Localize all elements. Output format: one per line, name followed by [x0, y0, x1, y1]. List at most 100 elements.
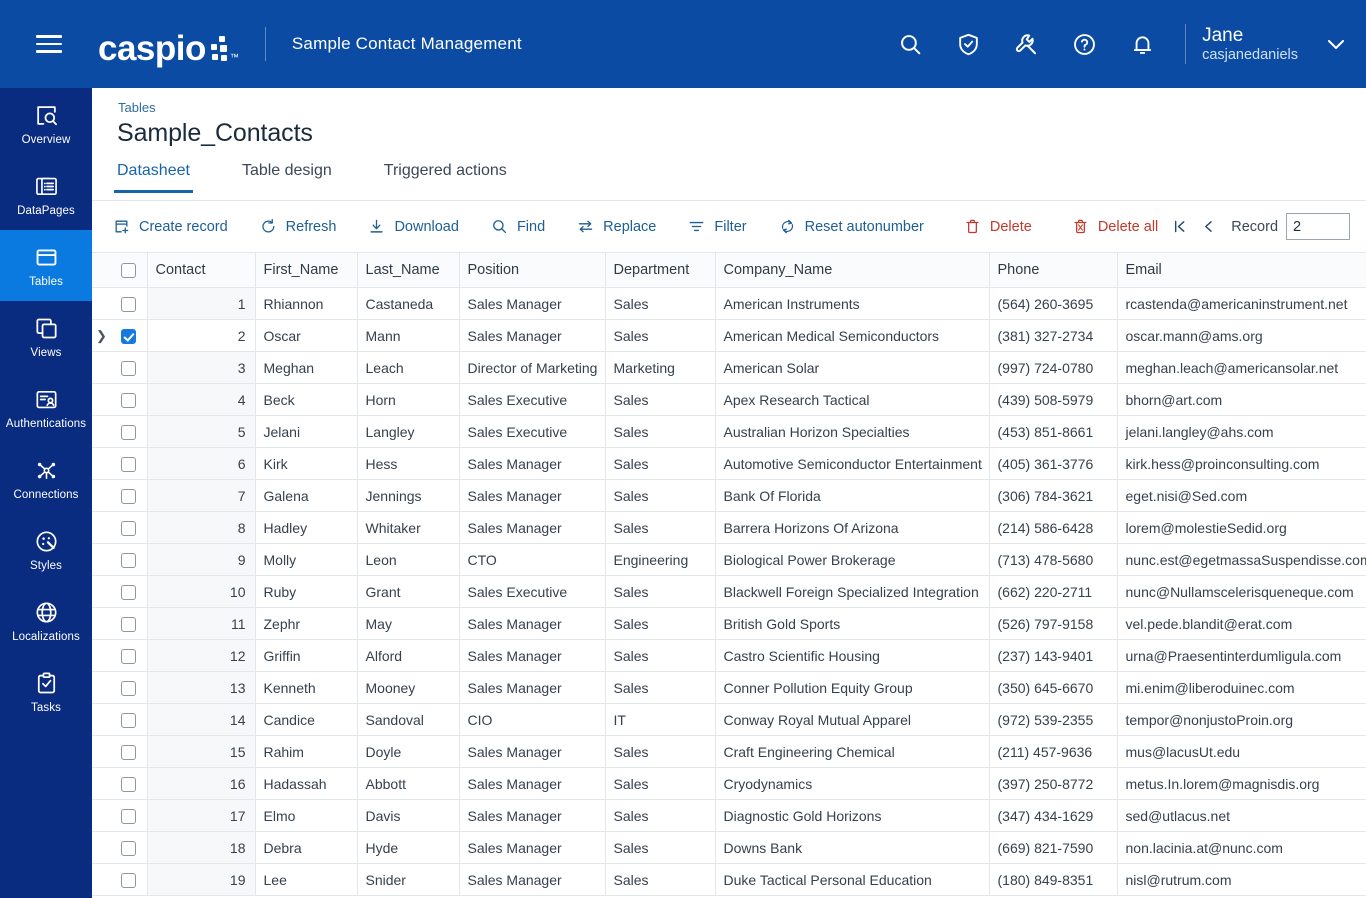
cell-first-name[interactable]: Jelani [255, 415, 358, 448]
cell-contact-id[interactable]: 10 [147, 575, 256, 608]
row-checkbox[interactable] [120, 872, 136, 888]
cell-last-name[interactable]: Castaneda [357, 287, 460, 320]
cell-position[interactable]: Sales Manager [459, 607, 606, 640]
cell-department[interactable]: Sales [605, 319, 716, 352]
row-checkbox[interactable] [120, 360, 136, 376]
row-select-cell[interactable] [110, 543, 148, 576]
cell-email[interactable]: vel.pede.blandit@erat.com [1117, 607, 1366, 640]
row-expand-cell[interactable]: ❯ [92, 319, 110, 352]
cell-position[interactable]: Sales Manager [459, 767, 606, 800]
cell-last-name[interactable]: Sandoval [357, 703, 460, 736]
cell-position[interactable]: Sales Manager [459, 319, 606, 352]
cell-position[interactable]: Sales Manager [459, 287, 606, 320]
cell-email[interactable]: nunc@Nullamscelerisqueneque.com [1117, 575, 1366, 608]
cell-contact-id[interactable]: 13 [147, 671, 256, 704]
table-row[interactable]: 11 Zephr May Sales Manager Sales British Gold… [92, 607, 1366, 640]
row-select-cell[interactable] [110, 831, 148, 864]
cell-first-name[interactable]: Hadley [255, 511, 358, 544]
table-row[interactable]: 15 Rahim Doyle Sales Manager Sales Craft Engi… [92, 735, 1366, 768]
cell-phone[interactable]: (439) 508-5979 [989, 383, 1118, 416]
cell-phone[interactable]: (214) 586-6428 [989, 511, 1118, 544]
delete-all-button[interactable]: Delete all [1065, 213, 1165, 240]
sidebar-item-datapages[interactable]: DataPages [0, 159, 92, 230]
table-row[interactable]: 12 Griffin Alford Sales Manager Sales Castro … [92, 639, 1366, 672]
row-checkbox[interactable] [120, 456, 136, 472]
cell-company-name[interactable]: Automotive Semiconductor Entertainment [715, 447, 990, 480]
cell-phone[interactable]: (972) 539-2355 [989, 703, 1118, 736]
row-checkbox[interactable] [120, 680, 136, 696]
table-row[interactable]: 13 Kenneth Mooney Sales Manager Sales Conner … [92, 671, 1366, 704]
sidebar-item-connections[interactable]: Connections [0, 443, 92, 514]
row-checkbox[interactable] [120, 648, 136, 664]
cell-contact-id[interactable]: 15 [147, 735, 256, 768]
row-checkbox[interactable] [120, 808, 136, 824]
tab-datasheet[interactable]: Datasheet [114, 162, 193, 193]
select-all-header[interactable] [110, 252, 148, 288]
cell-position[interactable]: Sales Manager [459, 671, 606, 704]
cell-email[interactable]: kirk.hess@proinconsulting.com [1117, 447, 1366, 480]
cell-contact-id[interactable]: 18 [147, 831, 256, 864]
row-select-cell[interactable] [110, 639, 148, 672]
cell-phone[interactable]: (526) 797-9158 [989, 607, 1118, 640]
cell-phone[interactable]: (564) 260-3695 [989, 287, 1118, 320]
cell-company-name[interactable]: Craft Engineering Chemical [715, 735, 990, 768]
row-checkbox[interactable] [120, 712, 136, 728]
cell-position[interactable]: Sales Manager [459, 479, 606, 512]
cell-contact-id[interactable]: 1 [147, 287, 256, 320]
previous-record-icon[interactable] [1194, 214, 1223, 239]
table-row[interactable]: 10 Ruby Grant Sales Executive Sales Blackwell… [92, 575, 1366, 608]
find-button[interactable]: Find [484, 213, 552, 240]
cell-email[interactable]: sed@utlacus.net [1117, 799, 1366, 832]
help-circle-icon[interactable] [1061, 21, 1107, 67]
cell-position[interactable]: Sales Manager [459, 799, 606, 832]
row-select-cell[interactable] [110, 447, 148, 480]
cell-department[interactable]: Sales [605, 479, 716, 512]
cell-contact-id[interactable]: 3 [147, 351, 256, 384]
row-select-cell[interactable] [110, 319, 148, 352]
record-number-input[interactable] [1286, 213, 1351, 240]
cell-company-name[interactable]: Australian Horizon Specialties [715, 415, 990, 448]
row-select-cell[interactable] [110, 767, 148, 800]
table-row[interactable]: 5 Jelani Langley Sales Executive Sales Austra… [92, 415, 1366, 448]
row-checkbox[interactable] [120, 616, 136, 632]
cell-first-name[interactable]: Kirk [255, 447, 358, 480]
cell-department[interactable]: Sales [605, 639, 716, 672]
table-row[interactable]: 1 Rhiannon Castaneda Sales Manager Sales Amer… [92, 287, 1366, 320]
column-header-company-name[interactable]: Company_Name [715, 252, 990, 288]
cell-position[interactable]: Director of Marketing [459, 351, 606, 384]
first-record-icon[interactable] [1165, 214, 1194, 239]
cell-company-name[interactable]: Cryodynamics [715, 767, 990, 800]
cell-phone[interactable]: (405) 361-3776 [989, 447, 1118, 480]
cell-last-name[interactable]: Mann [357, 319, 460, 352]
cell-first-name[interactable]: Galena [255, 479, 358, 512]
cell-position[interactable]: Sales Manager [459, 511, 606, 544]
cell-last-name[interactable]: Davis [357, 799, 460, 832]
row-checkbox[interactable] [120, 328, 136, 344]
cell-email[interactable]: nisl@rutrum.com [1117, 863, 1366, 896]
cell-last-name[interactable]: Jennings [357, 479, 460, 512]
cell-position[interactable]: CIO [459, 703, 606, 736]
cell-company-name[interactable]: Barrera Horizons Of Arizona [715, 511, 990, 544]
chevron-right-icon[interactable]: ❯ [92, 328, 107, 343]
tab-table-design[interactable]: Table design [242, 162, 332, 193]
cell-company-name[interactable]: American Medical Semiconductors [715, 319, 990, 352]
row-select-cell[interactable] [110, 799, 148, 832]
cell-position[interactable]: Sales Manager [459, 735, 606, 768]
row-checkbox[interactable] [120, 520, 136, 536]
create-record-button[interactable]: Create record [106, 213, 235, 240]
cell-last-name[interactable]: Leon [357, 543, 460, 576]
cell-email[interactable]: tempor@nonjustoProin.org [1117, 703, 1366, 736]
cell-first-name[interactable]: Rhiannon [255, 287, 358, 320]
breadcrumb[interactable]: Tables [118, 100, 156, 115]
cell-last-name[interactable]: Snider [357, 863, 460, 896]
cell-first-name[interactable]: Candice [255, 703, 358, 736]
row-select-cell[interactable] [110, 479, 148, 512]
cell-phone[interactable]: (713) 478-5680 [989, 543, 1118, 576]
cell-first-name[interactable]: Molly [255, 543, 358, 576]
cell-first-name[interactable]: Oscar [255, 319, 358, 352]
cell-department[interactable]: Sales [605, 415, 716, 448]
row-checkbox[interactable] [120, 488, 136, 504]
cell-contact-id[interactable]: 14 [147, 703, 256, 736]
cell-phone[interactable]: (306) 784-3621 [989, 479, 1118, 512]
filter-button[interactable]: Filter [681, 213, 753, 240]
